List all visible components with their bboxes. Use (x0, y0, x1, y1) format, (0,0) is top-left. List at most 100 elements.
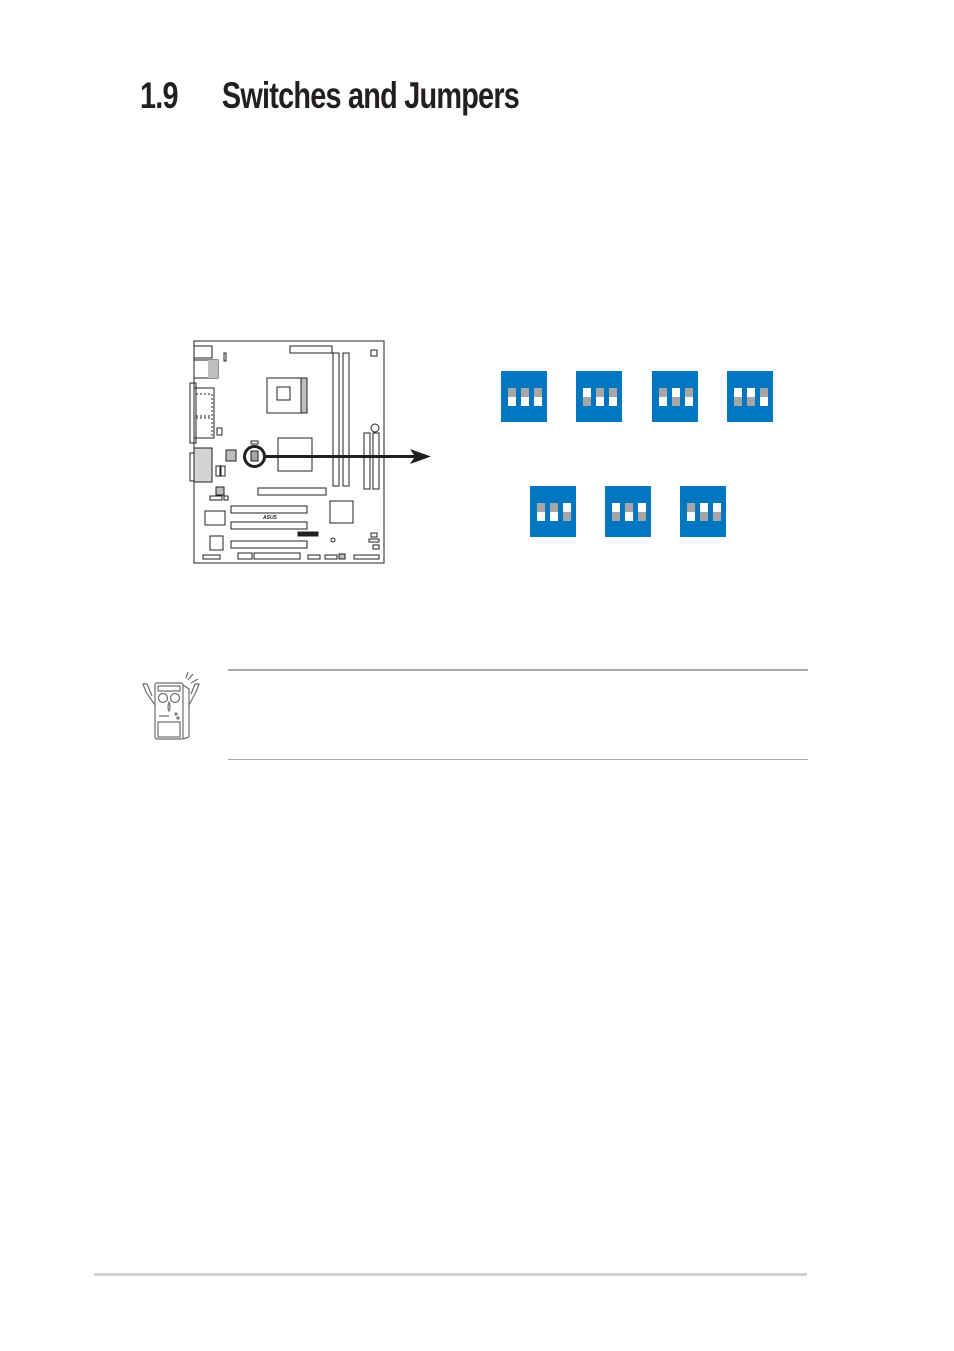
dip-switch-toggle-2 (672, 388, 680, 406)
dip-switch-knob (563, 512, 571, 521)
audio-ports (193, 447, 213, 483)
audio-side (189, 452, 195, 482)
right-header-3 (372, 544, 380, 550)
mount-hole (330, 537, 336, 543)
dip-switch-toggle-1 (508, 388, 516, 406)
dip-switch-setting-2 (576, 371, 622, 422)
dashed-box-2 (196, 417, 213, 439)
pci-slot-1 (230, 505, 308, 514)
dip-switch-knob (672, 397, 680, 406)
bottom-header-1 (202, 554, 221, 560)
dip-switch-setting-6 (605, 486, 651, 537)
ide-slot-1 (363, 432, 371, 490)
chip-left-1 (204, 510, 226, 526)
dip-switch-knob (534, 388, 542, 397)
dip-switch-toggle-2 (747, 388, 755, 406)
right-header-1 (370, 532, 378, 538)
dip-switch-knob (760, 388, 768, 397)
dip-switch-toggle-1 (659, 388, 667, 406)
cpu-lever (300, 377, 308, 414)
dip-switch-setting-4 (727, 371, 773, 422)
dip-switch-toggle-2 (521, 388, 529, 406)
jumper-small (223, 352, 227, 362)
dip-switch-toggle-1 (734, 388, 742, 406)
small-connector (216, 427, 223, 436)
dimm-slot-2 (342, 352, 350, 487)
dip-switch-knob (747, 397, 755, 406)
dip-switch-toggle-3 (713, 503, 721, 521)
dip-switch-knob (638, 512, 646, 521)
chip-gray (215, 486, 225, 496)
battery (370, 423, 380, 433)
dip-switch-setting-1 (501, 371, 547, 422)
dip-switch-knob (713, 512, 721, 521)
bottom-header-6 (338, 553, 346, 560)
dip-switch-knob (583, 397, 591, 406)
section-title: Switches and Jumpers (221, 75, 520, 116)
dip-switch-knob (659, 388, 667, 397)
dip-switch-toggle-2 (625, 503, 633, 521)
dip-switch-toggle-2 (700, 503, 708, 521)
dip-switch-setting-5 (530, 486, 576, 537)
dip-switch-knob (612, 512, 620, 521)
dip-switch-knob (734, 397, 742, 406)
dip-switch-knob (550, 503, 558, 512)
agp-slot (257, 487, 327, 496)
dip-switch-knob (609, 388, 617, 397)
board-outline (193, 340, 385, 564)
note-box (228, 669, 808, 760)
ps2-port (193, 345, 213, 359)
serial-box (189, 382, 197, 444)
dip-switch-toggle-3 (609, 388, 617, 406)
dip-switch-knob (625, 503, 633, 512)
dip-switch-knob (521, 388, 529, 397)
parallel-port (193, 387, 215, 439)
note-computer-mascot-icon (142, 671, 200, 740)
dip-switch-knob (596, 388, 604, 397)
dip-switch-toggle-1 (687, 503, 695, 521)
southbridge-chip (329, 500, 354, 524)
panel-connector (297, 531, 319, 537)
dip-switch-block (250, 450, 259, 462)
cap-2 (220, 465, 226, 477)
bottom-header-7 (353, 554, 380, 560)
dip-switch-toggle-1 (612, 503, 620, 521)
dip-switch-setting-7 (680, 486, 726, 537)
section-heading: 1.9 Switches and Jumpers (140, 72, 520, 120)
dip-switch-toggle-2 (596, 388, 604, 406)
dip-switch-knob (685, 388, 693, 397)
dimm-slot-1 (332, 352, 340, 487)
chip-left-2 (209, 535, 224, 551)
dip-switch-toggle-3 (685, 388, 693, 406)
usb-port-shade (208, 360, 218, 378)
section-number: 1.9 (140, 75, 179, 116)
bottom-header-2 (237, 552, 253, 560)
dip-switch-toggle-3 (534, 388, 542, 406)
dip-switch-knob (537, 503, 545, 512)
header-left-2 (223, 495, 229, 501)
dip-switch-toggle-2 (550, 503, 558, 521)
dip-switch-toggle-3 (638, 503, 646, 521)
dip-switch-toggle-3 (563, 503, 571, 521)
right-header-2 (368, 538, 380, 543)
bottom-header-4 (307, 554, 321, 560)
pci-slot-3 (230, 540, 308, 549)
footer-rule (94, 1273, 807, 1276)
dip-switch-toggle-3 (760, 388, 768, 406)
dip-switch-location (250, 440, 259, 445)
dip-switch-setting-3 (652, 371, 698, 422)
top-right-header (370, 349, 378, 357)
ide-slot-2 (372, 432, 380, 490)
bottom-header-3 (253, 552, 301, 560)
dip-switch-toggle-1 (537, 503, 545, 521)
board-logo: ASUS (262, 515, 278, 521)
dip-switch-knob (700, 512, 708, 521)
motherboard-layout-diagram: ASUS (189, 340, 431, 564)
dip-switch-toggle-1 (583, 388, 591, 406)
dashed-box-1 (196, 393, 213, 417)
bottom-header-5 (324, 554, 338, 560)
northbridge-chip (277, 437, 313, 472)
cpu-core (276, 386, 291, 401)
dip-switch-knob (508, 388, 516, 397)
cap-1 (215, 465, 221, 477)
